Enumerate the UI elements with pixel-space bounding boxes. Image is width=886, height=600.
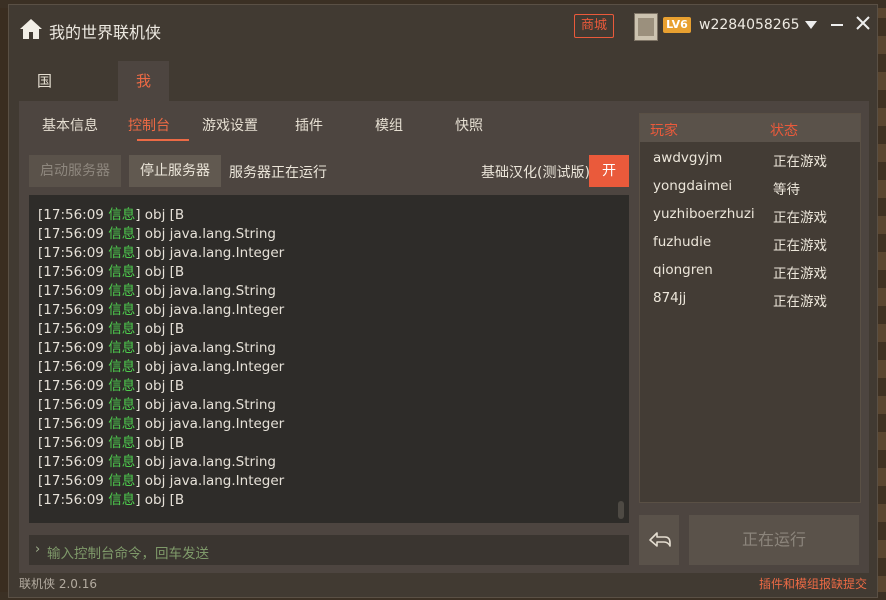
col-status: 状态 [770,123,798,139]
server-status: 服务器正在运行 [229,165,327,181]
player-status: 正在游戏 [773,238,827,254]
background-edge-left [0,0,8,600]
username[interactable]: w2284058265 [699,17,800,33]
player-name: fuzhudie [653,234,712,250]
running-button[interactable]: 正在运行 [689,515,859,565]
log-line: [17:56:09 信息] obj java.lang.Integer [38,359,285,375]
active-tab-indicator [137,139,189,141]
tab-lobby[interactable]: 国服大厅 [19,61,70,210]
player-status: 正在游戏 [773,266,827,282]
close-icon[interactable] [853,15,873,35]
log-line: [17:56:09 信息] obj java.lang.String [38,340,276,356]
player-status: 正在游戏 [773,294,827,310]
log-line: [17:56:09 信息] obj java.lang.Integer [38,416,285,432]
app-title: 我的世界联机侠 [49,23,162,42]
minimize-icon[interactable] [827,15,847,35]
home-icon[interactable] [19,17,43,41]
players-header: 玩家 状态 [640,114,860,142]
log-line: [17:56:09 信息] obj [B [38,207,185,223]
log-line: [17:56:09 信息] obj java.lang.String [38,283,276,299]
player-name: 874jj [653,290,687,306]
translate-toggle[interactable]: 开 [589,155,629,187]
log-line: [17:56:09 信息] obj java.lang.String [38,226,276,242]
player-name: qiongren [653,262,713,278]
console-output[interactable]: [17:56:09 信息] obj [B [17:56:09 信息] obj j… [29,195,629,523]
dropdown-icon[interactable] [801,15,821,35]
log-line: [17:56:09 信息] obj java.lang.Integer [38,245,285,261]
players-panel: 玩家 状态 awdvgyjm 正在游戏 yongdaimei 等待 yuzhib… [639,113,861,503]
log-line: [17:56:09 信息] obj java.lang.Integer [38,473,285,489]
version-text: 联机侠 2.0.16 [19,577,97,591]
tab-snapshots[interactable]: 快照 [455,115,483,135]
log-line: [17:56:09 信息] obj java.lang.String [38,397,276,413]
level-badge: LV6 [663,17,691,33]
tab-basic-info[interactable]: 基本信息 [42,115,98,135]
log-line: [17:56:09 信息] obj [B [38,321,185,337]
player-name: awdvgyjm [653,150,723,166]
col-player: 玩家 [650,123,678,139]
title-bar[interactable]: 我的世界联机侠 商城 LV6 w2284058265 [9,5,877,53]
log-line: [17:56:09 信息] obj [B [38,492,185,508]
player-name: yongdaimei [653,178,733,194]
tab-plugins[interactable]: 插件 [295,115,323,135]
player-status: 正在游戏 [773,154,827,170]
shop-button[interactable]: 商城 [574,14,615,38]
tab-my-games[interactable]: 我的游戏 [118,61,170,210]
content-panel: 基本信息 控制台 游戏设置 插件 模组 快照 启动服务器 停止服务器 服务器正在… [19,101,869,573]
log-line: [17:56:09 信息] obj [B [38,264,185,280]
log-line: [17:56:09 信息] obj java.lang.String [38,454,276,470]
log-line: [17:56:09 信息] obj [B [38,435,185,451]
back-button[interactable] [639,515,679,565]
log-line: [17:56:09 信息] obj java.lang.Integer [38,302,285,318]
console-command-input[interactable]: › 输入控制台命令，回车发送 [29,535,629,565]
command-placeholder: 输入控制台命令，回车发送 [47,546,209,562]
tab-console[interactable]: 控制台 [128,115,170,135]
player-name: yuzhiboerzhuzi [653,206,755,222]
tab-mods[interactable]: 模组 [375,115,403,135]
player-status: 等待 [773,182,800,198]
start-server-button[interactable]: 启动服务器 [29,155,121,187]
console-scrollbar[interactable] [618,501,624,519]
tab-game-settings[interactable]: 游戏设置 [202,115,258,135]
log-line: [17:56:09 信息] obj [B [38,378,185,394]
chevron-right-icon: › [35,542,41,557]
translate-label: 基础汉化(测试版) [481,165,590,181]
back-icon [649,532,671,547]
report-link[interactable]: 插件和模组报缺提交 [759,575,867,592]
avatar[interactable] [634,13,658,41]
app-window: 我的世界联机侠 商城 LV6 w2284058265 国服大厅 我的游戏 基本信… [8,4,878,598]
stop-server-button[interactable]: 停止服务器 [129,155,221,187]
player-status: 正在游戏 [773,210,827,226]
